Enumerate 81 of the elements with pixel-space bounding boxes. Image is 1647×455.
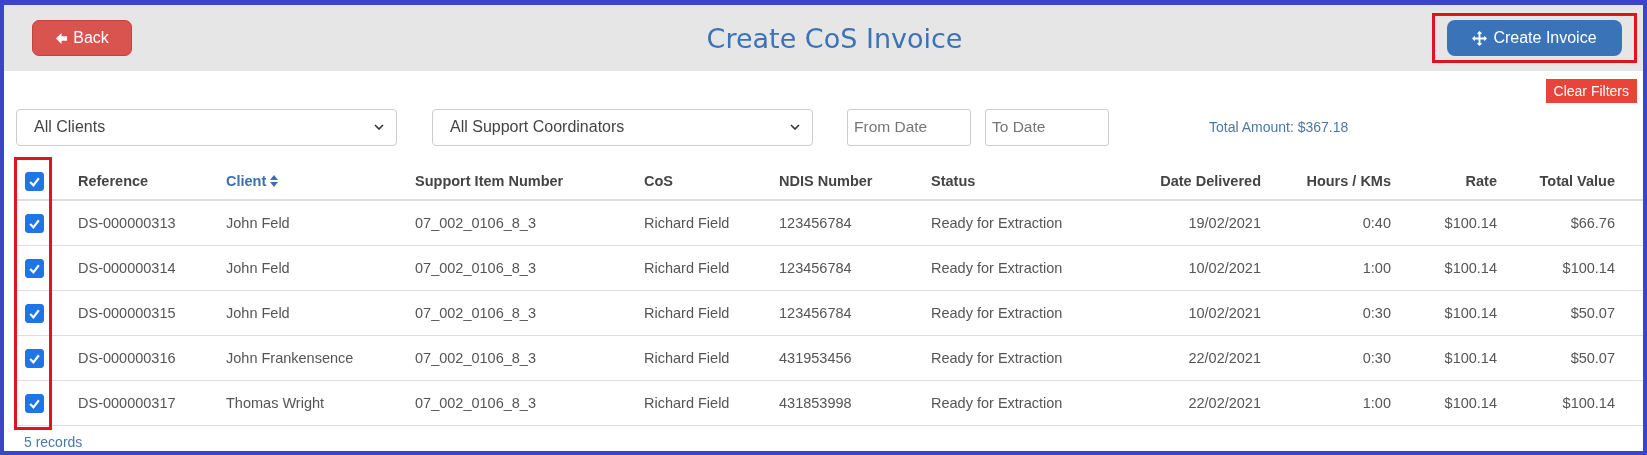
total-amount: Total Amount: $367.18	[1209, 119, 1349, 135]
column-header[interactable]: Date Delivered	[1101, 173, 1261, 189]
table-cell: Ready for Extraction	[931, 350, 1063, 366]
records-count: 5 records	[23, 433, 84, 450]
row-checkbox[interactable]	[24, 213, 44, 233]
column-header[interactable]: Client	[226, 173, 415, 189]
table-cell: 431953456	[779, 350, 852, 366]
table-cell: 10/02/2021	[1188, 260, 1261, 276]
table-cell: John Feld	[226, 260, 290, 276]
column-header[interactable]: Support Item Number	[415, 173, 644, 189]
column-header[interactable]: Reference	[78, 173, 226, 189]
table-cell: Thomas Wright	[226, 395, 325, 411]
table-cell: 22/02/2021	[1188, 395, 1261, 411]
clear-filters-button[interactable]: Clear Filters	[1545, 79, 1637, 103]
table-cell: DS-000000314	[78, 260, 176, 276]
table-cell: 10/02/2021	[1188, 305, 1261, 321]
table-cell: 07_002_0106_8_3	[415, 305, 536, 321]
table-cell: 0:40	[1362, 215, 1391, 231]
sort-icon[interactable]	[270, 175, 279, 187]
table-cell: 431853998	[779, 395, 852, 411]
table-cell: Ready for Extraction	[931, 305, 1063, 321]
table-cell: 07_002_0106_8_3	[415, 350, 536, 366]
table-cell: Richard Field	[644, 215, 730, 231]
table-cell: $100.14	[1444, 350, 1497, 366]
table-cell: $100.14	[1444, 395, 1497, 411]
table-cell: John Feld	[226, 215, 290, 231]
table-cell: Richard Field	[644, 395, 730, 411]
column-header[interactable]: CoS	[644, 173, 779, 189]
table-cell: 0:30	[1362, 305, 1391, 321]
column-header[interactable]: Hours / KMs	[1261, 173, 1391, 189]
table-cell: DS-000000316	[78, 350, 176, 366]
table-cell: Richard Field	[644, 305, 730, 321]
select-all-checkbox[interactable]	[24, 171, 44, 191]
table-cell: Richard Field	[644, 260, 730, 276]
table-cell: 123456784	[779, 215, 852, 231]
from-date-field[interactable]: From Date	[847, 108, 971, 146]
table-cell: John Frankensence	[226, 350, 354, 366]
table-cell: $50.07	[1570, 350, 1615, 366]
table-cell: $50.07	[1570, 305, 1615, 321]
table-cell: Ready for Extraction	[931, 215, 1063, 231]
table-cell: $100.14	[1562, 395, 1615, 411]
table-cell: $100.14	[1444, 305, 1497, 321]
table-cell: 22/02/2021	[1188, 350, 1261, 366]
table-cell: $100.14	[1562, 260, 1615, 276]
table-cell: 07_002_0106_8_3	[415, 260, 536, 276]
column-header[interactable]: Rate	[1391, 173, 1497, 189]
table-cell: 1:00	[1362, 395, 1391, 411]
table-cell: Richard Field	[644, 350, 730, 366]
row-checkbox[interactable]	[24, 258, 44, 278]
table-cell: 07_002_0106_8_3	[415, 215, 536, 231]
table-cell: $66.76	[1570, 215, 1615, 231]
table-cell: DS-000000313	[78, 215, 176, 231]
table-cell: 123456784	[779, 305, 852, 321]
table-cell: DS-000000315	[78, 305, 176, 321]
client-select[interactable]: All Clients	[16, 108, 397, 146]
chevron-down-icon	[374, 124, 384, 130]
table-cell: John Feld	[226, 305, 290, 321]
column-header[interactable]: NDIS Number	[779, 173, 931, 189]
table-cell: 0:30	[1362, 350, 1391, 366]
table-cell: 1:00	[1362, 260, 1391, 276]
arrow-left-icon	[55, 31, 69, 45]
coordinator-select[interactable]: All Support Coordinators	[432, 108, 813, 146]
row-checkbox[interactable]	[24, 348, 44, 368]
create-invoice-button[interactable]: Create Invoice	[1447, 20, 1622, 56]
table-cell: 07_002_0106_8_3	[415, 395, 536, 411]
move-icon	[1472, 30, 1488, 46]
to-date-field[interactable]: To Date	[985, 108, 1109, 146]
chevron-down-icon	[790, 124, 800, 130]
table-cell: DS-000000317	[78, 395, 176, 411]
row-checkbox[interactable]	[24, 303, 44, 323]
column-header[interactable]: Total Value	[1497, 173, 1615, 189]
page-title: Create CoS Invoice	[706, 22, 963, 54]
table-cell: 123456784	[779, 260, 852, 276]
row-checkbox[interactable]	[24, 393, 44, 413]
table-cell: $100.14	[1444, 215, 1497, 231]
table-cell: 19/02/2021	[1188, 215, 1261, 231]
table-cell: $100.14	[1444, 260, 1497, 276]
table-cell: Ready for Extraction	[931, 395, 1063, 411]
table-cell: Ready for Extraction	[931, 260, 1063, 276]
column-header[interactable]: Status	[931, 173, 1101, 189]
back-button[interactable]: Back	[32, 20, 132, 56]
